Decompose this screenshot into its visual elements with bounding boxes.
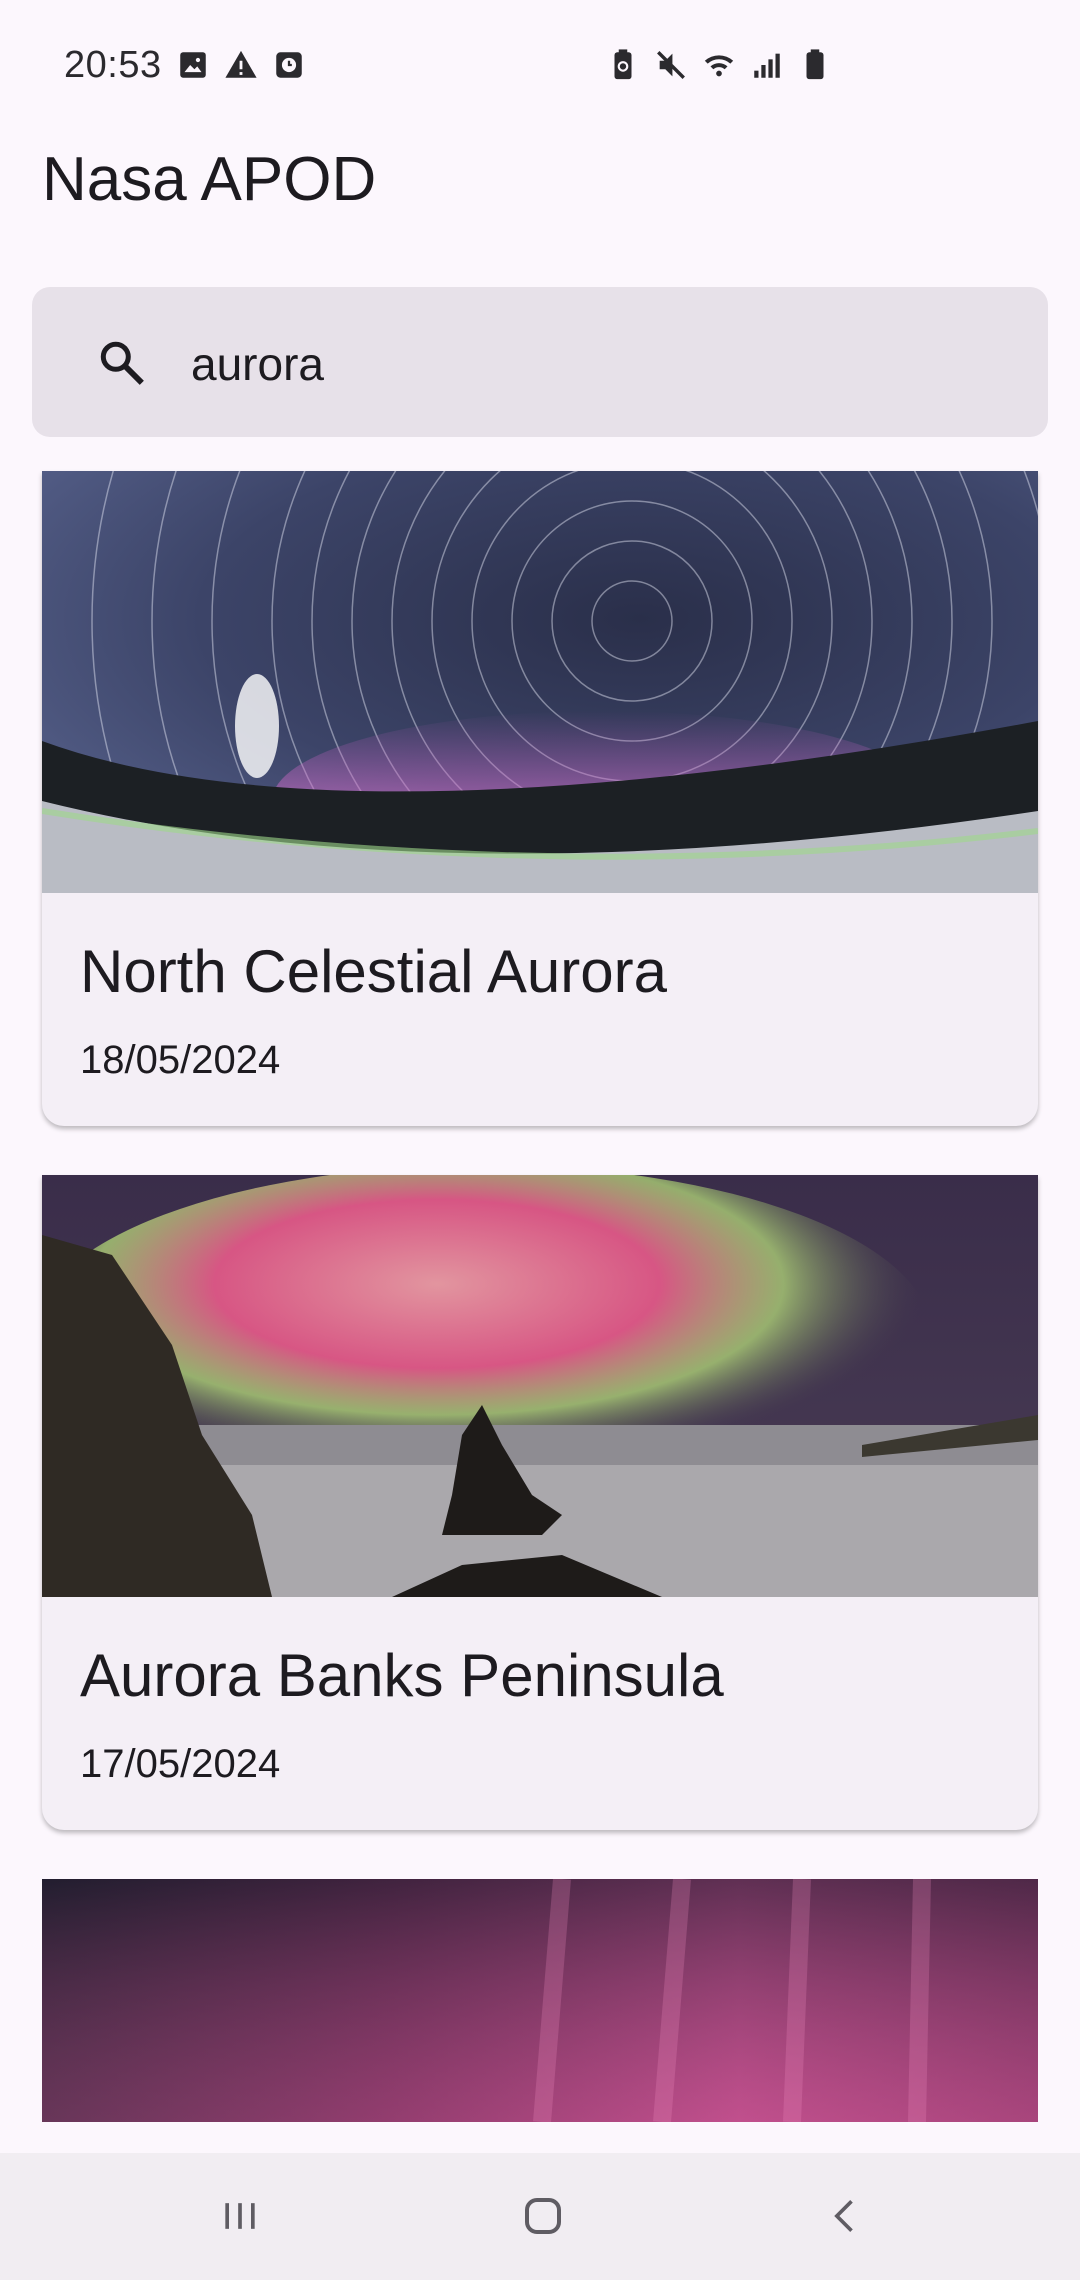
clock-icon	[276, 52, 302, 78]
search-icon	[100, 341, 144, 385]
apod-card-partial[interactable]	[42, 1879, 1038, 2122]
status-icons-right	[606, 48, 832, 82]
status-icons-left	[176, 48, 306, 82]
mute-icon	[657, 51, 685, 79]
card-title: North Celestial Aurora	[80, 938, 667, 1005]
warning-icon	[225, 50, 257, 78]
recents-icon	[225, 2203, 255, 2229]
search-bar[interactable]: aurora	[32, 287, 1048, 437]
back-button[interactable]	[806, 2181, 886, 2251]
battery-icon	[806, 49, 824, 80]
app-title: Nasa APOD	[42, 145, 377, 214]
card-image	[42, 1879, 1038, 2122]
back-icon	[834, 2200, 853, 2232]
home-button[interactable]	[503, 2181, 583, 2251]
card-date: 18/05/2024	[80, 1038, 281, 1082]
image-icon	[180, 52, 206, 78]
status-bar: 20:53	[0, 0, 1080, 130]
card-title: Aurora Banks Peninsula	[80, 1642, 724, 1709]
card-image	[42, 1175, 1038, 1597]
navigation-bar	[0, 2153, 1080, 2280]
status-time: 20:53	[64, 44, 162, 86]
card-date: 17/05/2024	[80, 1742, 281, 1786]
signal-icon	[754, 53, 780, 78]
apod-card[interactable]: Aurora Banks Peninsula 17/05/2024	[42, 1175, 1038, 1830]
apod-card[interactable]: North Celestial Aurora 18/05/2024	[42, 471, 1038, 1126]
recents-button[interactable]	[200, 2181, 280, 2251]
search-input[interactable]: aurora	[191, 337, 324, 391]
card-image	[42, 471, 1038, 893]
battery-saver-icon	[614, 49, 632, 80]
home-icon	[525, 2198, 561, 2234]
wifi-icon	[704, 55, 734, 77]
